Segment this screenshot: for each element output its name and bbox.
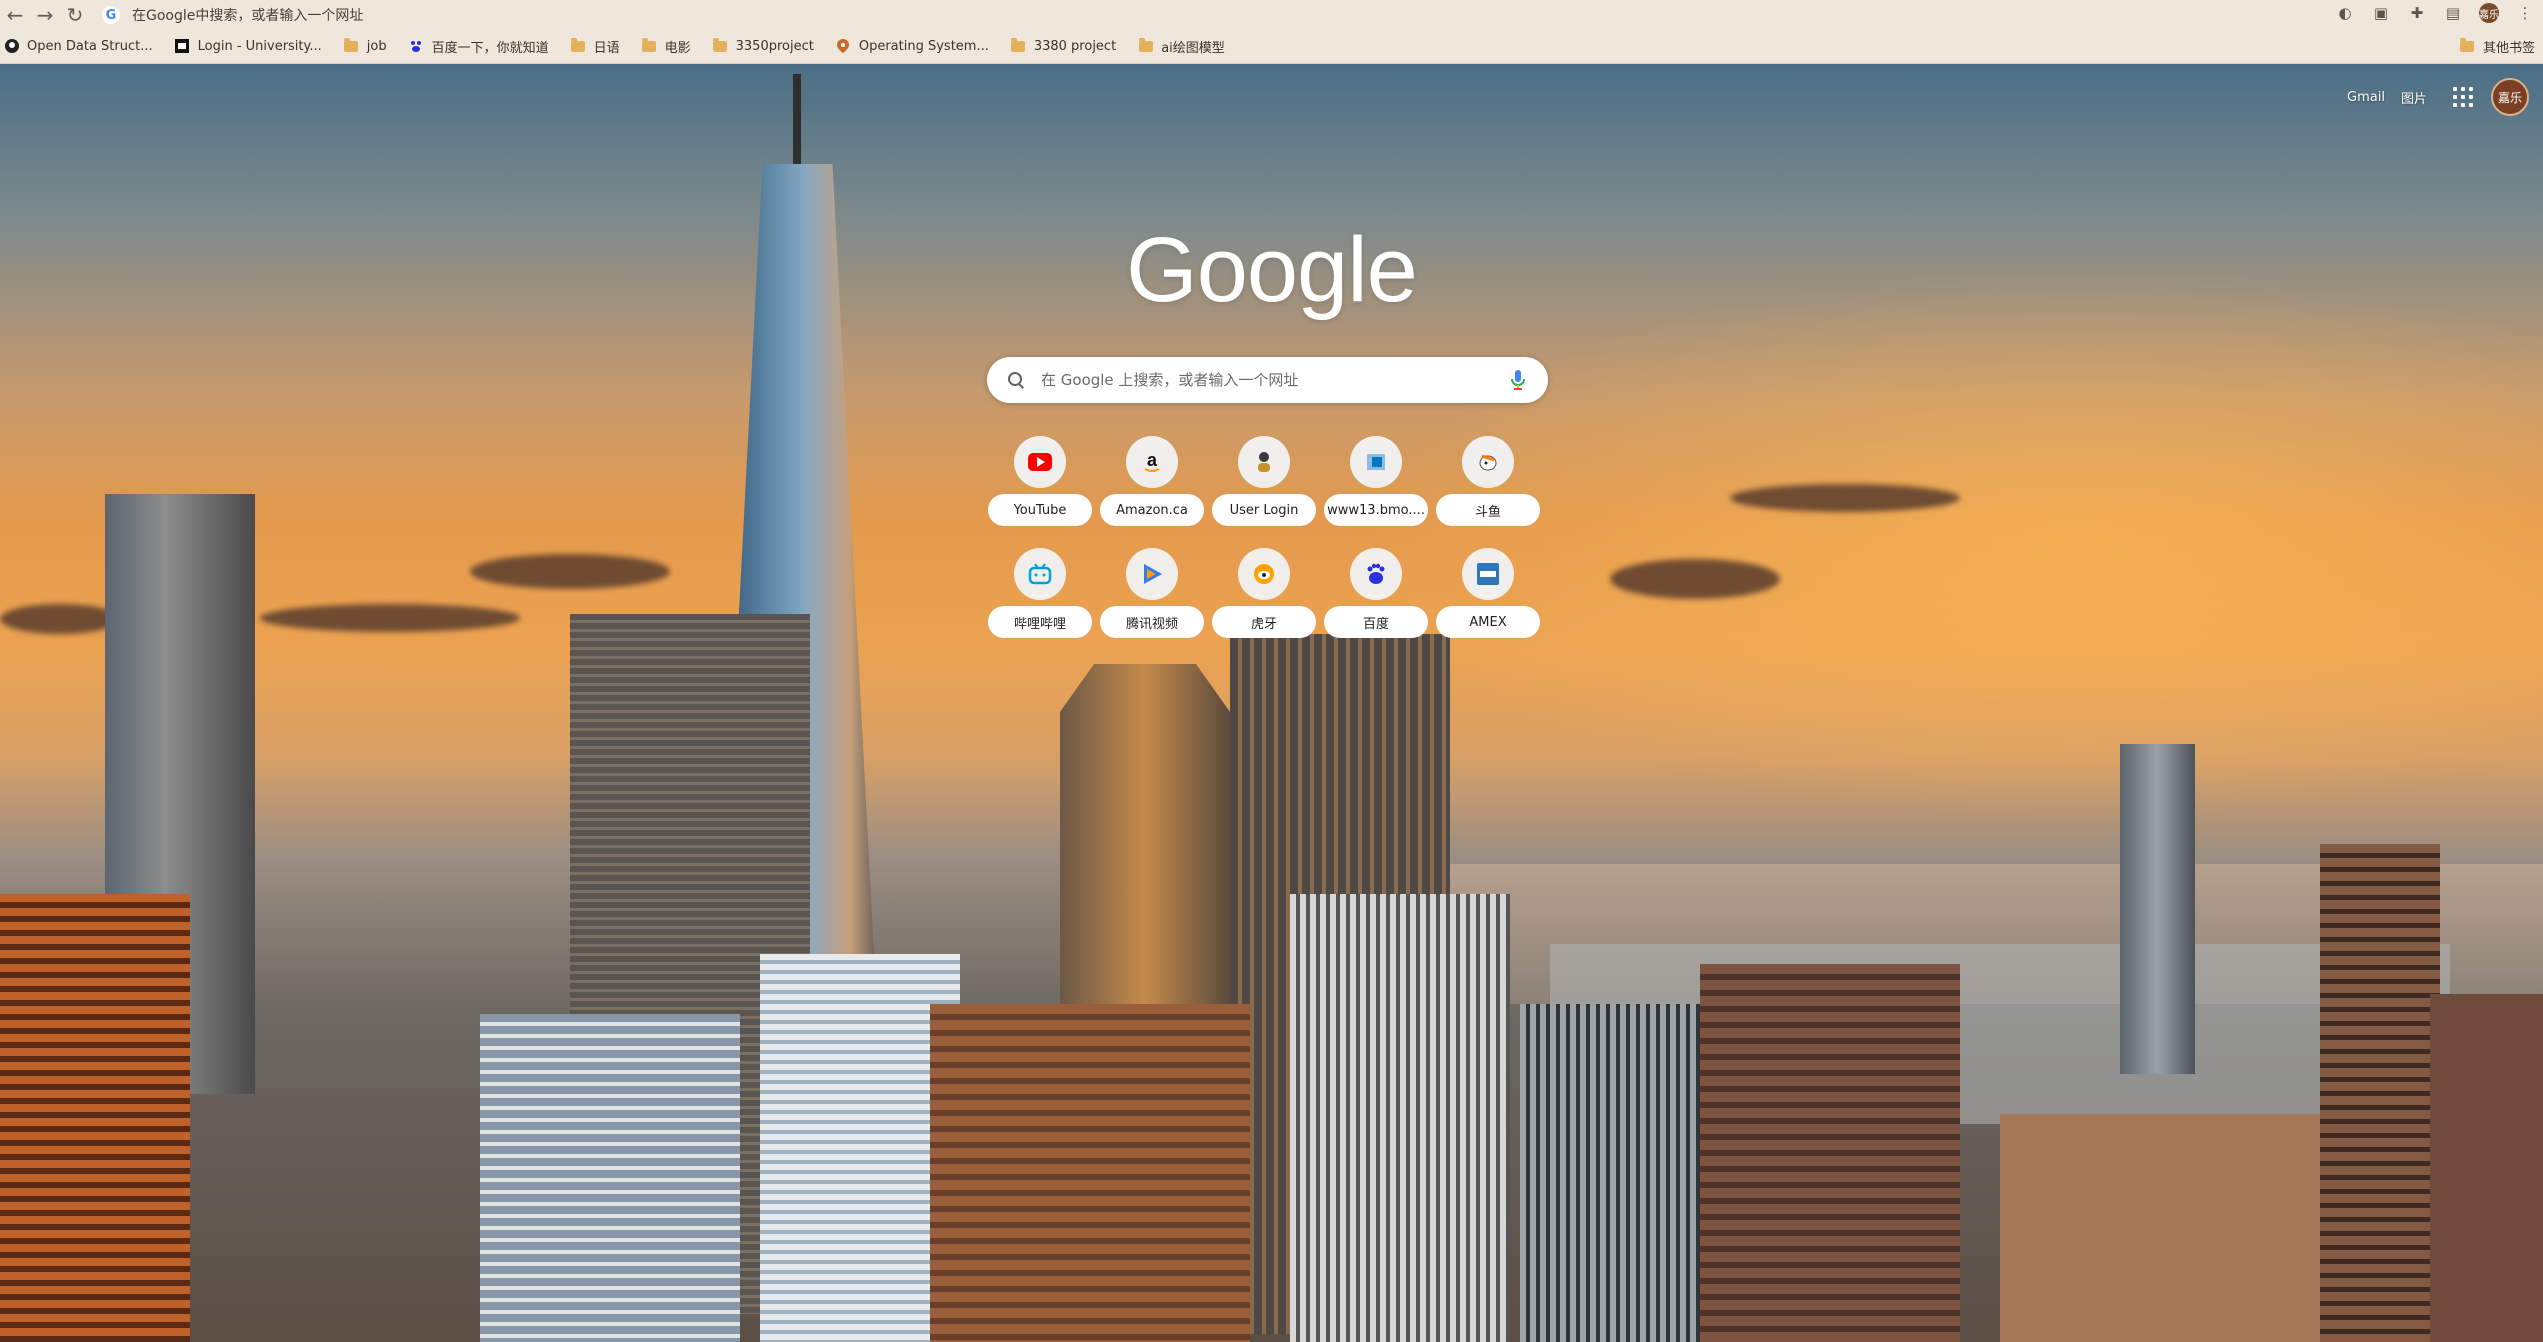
side-panel-icon[interactable]: ▤	[2443, 3, 2463, 23]
shortcut-tile[interactable]: 百度	[1324, 544, 1428, 650]
shortcut-label: www13.bmo....	[1324, 494, 1428, 526]
svg-text:a: a	[1147, 450, 1158, 470]
search-icon	[1007, 371, 1025, 389]
shortcut-label: 腾讯视频	[1100, 606, 1204, 638]
bookmark-item[interactable]: Open Data Struct...	[4, 39, 153, 54]
google-apps-icon[interactable]	[2451, 85, 2475, 109]
huya-icon	[1238, 548, 1290, 600]
bilibili-icon	[1014, 548, 1066, 600]
bookmark-item[interactable]: Login - University...	[175, 39, 322, 54]
douyu-icon	[1462, 436, 1514, 488]
shortcut-label: 哔哩哔哩	[988, 606, 1092, 638]
bookmark-folder[interactable]: job	[344, 37, 387, 54]
shortcut-label: AMEX	[1436, 606, 1540, 638]
toolbar-actions: ◐ ▣ ✚ ▤ 嘉乐 ⋮	[2335, 3, 2535, 23]
github-icon	[4, 39, 19, 54]
youtube-icon	[1014, 436, 1066, 488]
bookmark-label: 电影	[664, 40, 691, 56]
user-login-icon	[1238, 436, 1290, 488]
profile-avatar[interactable]: 嘉乐	[2479, 3, 2499, 23]
address-bar[interactable]: G 在Google中搜索，或者输入一个网址	[102, 4, 363, 26]
amex-icon	[1462, 548, 1514, 600]
bookmark-label: job	[366, 38, 387, 54]
bookmark-label: 日语	[593, 40, 620, 56]
other-bookmarks[interactable]: 其他书签	[2460, 37, 2535, 56]
shortcut-label: YouTube	[988, 494, 1092, 526]
bookmark-label: 3380 project	[1033, 38, 1117, 54]
shortcut-tile[interactable]: a Amazon.ca	[1100, 432, 1204, 538]
bookmark-label: ai绘图模型	[1161, 40, 1225, 56]
extension-badge-icon[interactable]: ▣	[2371, 3, 2391, 23]
shortcut-tile[interactable]: AMEX	[1436, 544, 1540, 650]
ntp-header: Gmail 图片 嘉乐	[2347, 78, 2529, 116]
translate-icon[interactable]: ◐	[2335, 3, 2355, 23]
shortcut-tile[interactable]: 斗鱼	[1436, 432, 1540, 538]
amazon-icon: a	[1126, 436, 1178, 488]
reload-icon[interactable]: ↻	[60, 0, 90, 29]
shortcut-label: 虎牙	[1212, 606, 1316, 638]
bookmark-folder[interactable]: 电影	[642, 37, 691, 56]
bookmark-folder[interactable]: 日语	[571, 37, 620, 56]
shortcut-tile[interactable]: YouTube	[988, 432, 1092, 538]
shortcut-tile[interactable]: User Login	[1212, 432, 1316, 538]
bookmark-label: Operating System...	[858, 38, 989, 54]
kebab-menu-icon[interactable]: ⋮	[2515, 3, 2535, 23]
bookmark-label: 3350project	[735, 38, 814, 54]
shortcut-label: 百度	[1324, 606, 1428, 638]
shortcut-tile[interactable]: 虎牙	[1212, 544, 1316, 650]
search-input[interactable]	[1039, 370, 1508, 390]
folder-icon	[2460, 38, 2475, 54]
folder-icon	[1011, 37, 1026, 54]
shortcut-label: 斗鱼	[1436, 494, 1540, 526]
shortcut-tile[interactable]: 哔哩哔哩	[988, 544, 1092, 650]
shortcuts-grid: YouTube a Amazon.ca User Login www13.bmo…	[988, 432, 1549, 650]
bookmark-label: 百度一下，你就知道	[431, 40, 549, 56]
shortcut-tile[interactable]: www13.bmo....	[1324, 432, 1428, 538]
other-bookmarks-label: 其他书签	[2482, 41, 2535, 56]
google-logo: Google	[1126, 219, 1418, 321]
google-g-icon: G	[102, 6, 120, 24]
gmail-link[interactable]: Gmail	[2347, 90, 2385, 105]
shortcut-label: User Login	[1212, 494, 1316, 526]
extensions-puzzle-icon[interactable]: ✚	[2407, 3, 2427, 23]
back-icon[interactable]: ←	[0, 0, 30, 29]
folder-icon	[642, 37, 657, 54]
browser-toolbar: ← → ↻ G 在Google中搜索，或者输入一个网址 ◐ ▣ ✚ ▤ 嘉乐 ⋮	[0, 0, 2543, 29]
folder-icon	[571, 37, 586, 54]
bookmark-label: Login - University...	[197, 38, 322, 54]
bookmark-item[interactable]: Operating System...	[836, 39, 989, 54]
microphone-icon[interactable]	[1508, 369, 1528, 391]
folder-icon	[1138, 37, 1153, 54]
baidu-icon	[409, 39, 424, 54]
bookmark-item[interactable]: 百度一下，你就知道	[409, 37, 549, 56]
folder-icon	[344, 37, 359, 54]
account-avatar[interactable]: 嘉乐	[2491, 78, 2529, 116]
address-bar-text[interactable]: 在Google中搜索，或者输入一个网址	[132, 5, 363, 25]
bookmark-folder[interactable]: ai绘图模型	[1138, 37, 1225, 56]
university-icon	[175, 39, 190, 54]
bmo-icon	[1350, 436, 1402, 488]
images-link[interactable]: 图片	[2401, 88, 2427, 107]
bookmark-folder[interactable]: 3350project	[713, 37, 814, 54]
forward-icon[interactable]: →	[30, 0, 60, 29]
baidu-icon	[1350, 548, 1402, 600]
shortcut-tile[interactable]: 腾讯视频	[1100, 544, 1204, 650]
bookmarks-bar: Open Data Struct... Login - University..…	[0, 29, 2543, 64]
bookmark-folder[interactable]: 3380 project	[1011, 37, 1117, 54]
search-box[interactable]	[987, 357, 1548, 403]
bookmark-label: Open Data Struct...	[27, 38, 153, 54]
location-pin-icon	[836, 39, 851, 54]
tencent-video-icon	[1126, 548, 1178, 600]
shortcut-label: Amazon.ca	[1100, 494, 1204, 526]
folder-icon	[713, 37, 728, 54]
